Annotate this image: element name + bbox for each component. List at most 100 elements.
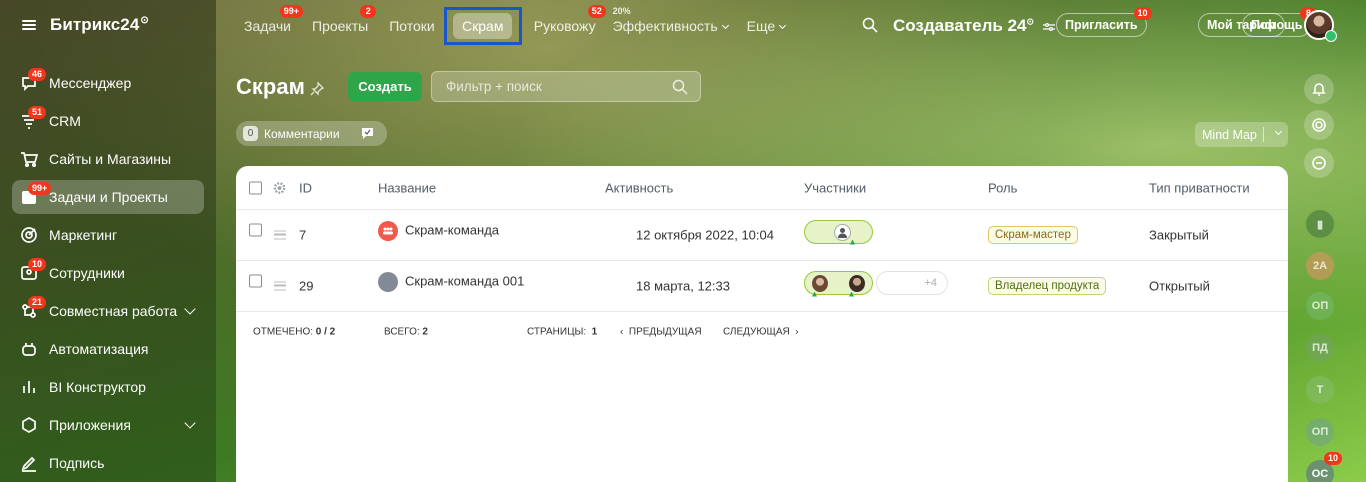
invite-button[interactable]: Пригласить 10 [1056, 7, 1152, 37]
pages-count: Страницы: 1 [527, 326, 598, 338]
row-id: 29 [299, 278, 314, 294]
row-checkbox[interactable] [249, 223, 262, 237]
column-privacy[interactable]: Тип приватности [1149, 180, 1250, 195]
drag-handle-icon[interactable] [274, 281, 286, 291]
tab-efficiency[interactable]: 20% Эффективность [613, 6, 729, 34]
apps-icon [20, 416, 38, 434]
logo[interactable]: Битрикс24⊙ [50, 15, 149, 35]
next-page-button[interactable]: Следующая › [723, 327, 799, 338]
comments-count: 0 [243, 126, 258, 141]
chevron-down-icon[interactable] [184, 417, 196, 429]
help-button[interactable]: Помощь8 [1242, 7, 1317, 37]
tab-flows[interactable]: Потоки [389, 18, 435, 34]
rail-avatar[interactable]: ОП [1306, 418, 1334, 446]
member-avatar[interactable] [834, 223, 851, 241]
rail-icon-item[interactable]: ▮ [1306, 210, 1334, 238]
sidebar-item-signature[interactable]: Подпись [12, 446, 204, 480]
sidebar-item-crm[interactable]: 51 CRM [12, 104, 204, 138]
comments-button[interactable]: 0 Комментарии [236, 121, 387, 146]
chat-button[interactable] [1304, 148, 1334, 178]
sidebar-item-tasks-projects[interactable]: 99+ Задачи и Проекты [12, 180, 204, 214]
search-icon[interactable] [672, 79, 688, 95]
rail-avatar[interactable]: ПД [1306, 334, 1334, 362]
page-title: Скрам [236, 74, 305, 99]
drag-handle-icon[interactable] [274, 230, 286, 240]
sidebar-counter: 51 [28, 106, 47, 119]
tab-more[interactable]: Еще [747, 18, 787, 34]
sidebar-item-label: Подпись [49, 455, 105, 471]
sidebar-item-sites[interactable]: Сайты и Магазины [12, 142, 204, 176]
members-list[interactable] [804, 220, 873, 244]
row-name[interactable]: Скрам-команда [378, 221, 499, 241]
search-input[interactable] [432, 72, 662, 101]
comments-label: Комментарии [264, 126, 340, 141]
member-avatar[interactable] [812, 274, 828, 292]
table-row[interactable]: 7 Скрам-команда 12 октября 2022, 10:04 С… [236, 210, 1288, 261]
notifications-button[interactable] [1304, 74, 1334, 104]
sidebar-item-label: Мессенджер [49, 75, 132, 91]
rail-avatar[interactable]: ОП [1306, 292, 1334, 320]
pin-icon[interactable] [310, 82, 324, 96]
column-role[interactable]: Роль [988, 180, 1017, 195]
rail-avatar[interactable]: Т [1306, 376, 1334, 404]
tab-supervise[interactable]: Руковожу 52 [534, 5, 606, 34]
sidebar-item-automation[interactable]: Автоматизация [12, 332, 204, 366]
tab-counter: 99+ [279, 5, 304, 18]
user-avatar[interactable] [1304, 10, 1337, 42]
column-id[interactable]: ID [299, 180, 312, 195]
gear-icon[interactable] [273, 181, 286, 194]
sidebar-item-label: Приложения [49, 417, 131, 433]
copilot-icon [1312, 118, 1326, 132]
sidebar-item-marketing[interactable]: Маркетинг [12, 218, 204, 252]
group-icon [378, 272, 398, 292]
tab-counter: 52 [587, 5, 606, 18]
members-list[interactable] [804, 271, 873, 295]
rail-avatar[interactable]: 2А [1306, 252, 1334, 280]
tab-tasks[interactable]: Задачи 99+ [244, 5, 304, 34]
chevron-down-icon[interactable] [184, 303, 196, 315]
tab-projects[interactable]: Проекты 2 [312, 5, 377, 34]
rail-avatar[interactable]: ОС 10 [1306, 452, 1342, 482]
portal-name[interactable]: Создаватель 24⊙ [893, 16, 1055, 36]
select-all-checkbox[interactable] [249, 181, 262, 194]
sidebar-item-label: Сотрудники [49, 265, 125, 281]
left-sidebar: Битрикс24⊙ 46 Мессенджер 51 CRM Сайты и … [0, 0, 216, 482]
filter-search [431, 71, 701, 102]
marketing-icon [20, 226, 38, 244]
view-mode-label: Mind Map [1202, 127, 1257, 142]
prev-page-button[interactable]: ‹ Предыдущая [620, 327, 702, 338]
view-mode-selector[interactable]: Mind Map [1195, 122, 1288, 147]
chevron-down-icon [779, 21, 787, 30]
member-avatar[interactable] [849, 274, 865, 292]
role-badge: Скрам-мастер [988, 226, 1078, 244]
top-bar: Задачи 99+ Проекты 2 Потоки Скрам Руковожу… [216, 0, 1366, 52]
sidebar-item-label: BI Конструктор [49, 379, 146, 395]
sidebar-counter: 46 [28, 68, 47, 81]
sidebar-item-messenger[interactable]: 46 Мессенджер [12, 66, 204, 100]
sidebar-item-bi[interactable]: BI Конструктор [12, 370, 204, 404]
chat-bubble-icon [1312, 156, 1326, 170]
column-name[interactable]: Название [378, 180, 436, 195]
row-checkbox[interactable] [249, 274, 262, 288]
burger-menu-icon[interactable] [22, 20, 36, 30]
online-status-icon [1325, 30, 1337, 42]
chevron-down-icon[interactable] [1274, 127, 1283, 136]
sidebar-item-apps[interactable]: Приложения [12, 408, 204, 442]
table-row[interactable]: 29 Скрам-команда 001 18 марта, 12:33 +4 … [236, 261, 1288, 312]
sliders-icon[interactable] [1042, 22, 1055, 32]
copilot-button[interactable] [1304, 110, 1334, 140]
column-members[interactable]: Участники [804, 180, 866, 195]
more-members-button[interactable]: +4 [876, 271, 948, 295]
sidebar-item-label: Совместная работа [49, 303, 178, 319]
search-icon[interactable] [862, 17, 878, 33]
column-activity[interactable]: Активность [605, 180, 673, 195]
rail-counter: 10 [1323, 452, 1342, 465]
invite-counter: 10 [1133, 7, 1152, 20]
tab-scrum[interactable]: Скрам [443, 7, 522, 45]
create-button[interactable]: Создать [348, 72, 422, 101]
sidebar-counter: 10 [28, 258, 47, 271]
row-name[interactable]: Скрам-команда 001 [378, 272, 524, 292]
sidebar-item-employees[interactable]: 10 Сотрудники [12, 256, 204, 290]
sidebar-item-collab[interactable]: 21 Совместная работа [12, 294, 204, 328]
row-privacy: Закрытый [1149, 227, 1209, 243]
